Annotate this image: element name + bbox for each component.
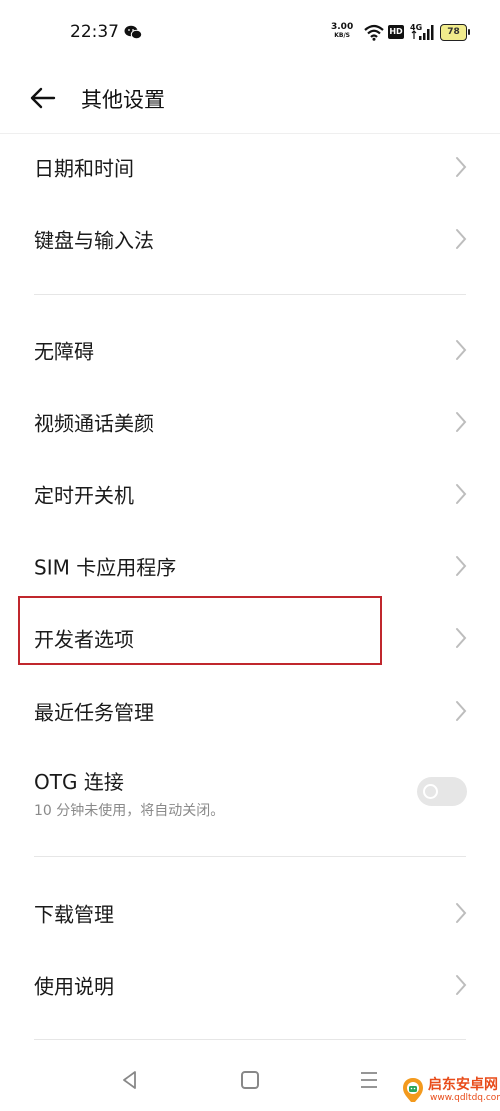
- net-speed-value: 3.00: [331, 22, 354, 32]
- page-title: 其他设置: [81, 88, 165, 112]
- status-bar: 22:37 3.00 KB/S HD 4G 78: [0, 0, 500, 66]
- section-divider: [34, 856, 466, 857]
- otg-toggle[interactable]: [417, 777, 467, 806]
- settings-item-video-call-beauty[interactable]: 视频通话美颜: [0, 386, 500, 458]
- nav-back-icon[interactable]: [120, 1070, 140, 1090]
- section-divider: [34, 1039, 466, 1040]
- chevron-right-icon: [456, 412, 467, 432]
- settings-item-download-manager[interactable]: 下载管理: [0, 877, 500, 949]
- hd-icon: HD: [388, 25, 404, 39]
- settings-item-label: 无障碍: [34, 339, 94, 364]
- otg-label: OTG 连接: [34, 770, 124, 794]
- section-divider: [34, 294, 466, 295]
- chevron-right-icon: [456, 157, 467, 177]
- nav-home-icon[interactable]: [241, 1071, 259, 1089]
- settings-item-label: 开发者选项: [34, 627, 134, 652]
- battery-icon: 78: [440, 24, 470, 41]
- chevron-right-icon: [456, 556, 467, 576]
- settings-item-label: 日期和时间: [34, 156, 134, 181]
- header: 其他设置: [0, 66, 500, 134]
- settings-item-keyboard-input[interactable]: 键盘与输入法: [0, 203, 500, 275]
- svg-text:4G: 4G: [410, 23, 422, 32]
- wechat-icon: [124, 25, 142, 40]
- settings-item-label: 定时开关机: [34, 483, 134, 508]
- chevron-right-icon: [456, 484, 467, 504]
- settings-item-scheduled-power[interactable]: 定时开关机: [0, 458, 500, 530]
- watermark-name: 启东安卓网: [428, 1077, 498, 1093]
- chevron-right-icon: [456, 903, 467, 923]
- watermark: 启东安卓网 www.qdltdq.com: [402, 1074, 500, 1108]
- arrow-left-icon[interactable]: [28, 84, 58, 112]
- settings-item-label: 下载管理: [34, 902, 114, 927]
- settings-item-developer-options[interactable]: 开发者选项: [0, 602, 500, 674]
- signal-4g-icon: 4G: [410, 23, 434, 40]
- settings-item-sim-toolkit[interactable]: SIM 卡应用程序: [0, 530, 500, 602]
- settings-item-accessibility[interactable]: 无障碍: [0, 314, 500, 386]
- watermark-url: www.qdltdq.com: [430, 1093, 500, 1103]
- status-time: 22:37: [70, 22, 119, 42]
- android-logo-icon: [403, 1078, 423, 1102]
- nav-recents-icon[interactable]: [360, 1071, 380, 1089]
- chevron-right-icon: [456, 628, 467, 648]
- chevron-right-icon: [456, 975, 467, 995]
- chevron-right-icon: [456, 701, 467, 721]
- otg-description: 10 分钟未使用，将自动关闭。: [34, 803, 225, 819]
- settings-item-recent-tasks[interactable]: 最近任务管理: [0, 675, 500, 747]
- chevron-right-icon: [456, 229, 467, 249]
- settings-item-user-guide[interactable]: 使用说明: [0, 949, 500, 1021]
- settings-item-label: 最近任务管理: [34, 700, 154, 725]
- net-speed: 3.00 KB/S: [331, 23, 353, 40]
- wifi-icon: [364, 24, 384, 41]
- net-speed-unit: KB/S: [334, 32, 350, 39]
- settings-item-label: 视频通话美颜: [34, 411, 154, 436]
- settings-item-label: SIM 卡应用程序: [34, 555, 177, 580]
- chevron-right-icon: [456, 340, 467, 360]
- toggle-knob: [423, 784, 438, 799]
- settings-item-date-time[interactable]: 日期和时间: [0, 131, 500, 203]
- settings-item-label: 键盘与输入法: [34, 228, 154, 253]
- settings-item-label: 使用说明: [34, 974, 114, 999]
